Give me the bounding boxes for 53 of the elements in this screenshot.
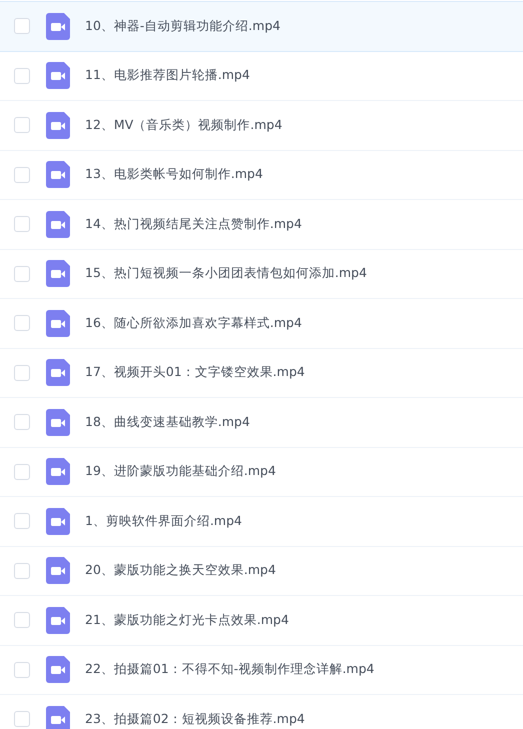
checkbox[interactable] [14, 315, 30, 332]
checkbox[interactable] [14, 562, 30, 579]
video-file-icon [46, 310, 70, 337]
video-file-icon [46, 458, 70, 486]
file-row[interactable]: 22、拍摄篇01：不得不知-视频制作理念详解.mp4 [0, 646, 523, 695]
file-name: 10、神器-自动剪辑功能介绍.mp4 [85, 18, 280, 35]
checkbox[interactable] [14, 166, 30, 183]
checkbox[interactable] [14, 414, 30, 430]
file-row[interactable]: 13、电影类帐号如何制作.mp4 [0, 150, 523, 200]
file-name: 21、蒙版功能之灯光卡点效果.mp4 [85, 612, 289, 629]
checkbox[interactable] [14, 612, 30, 628]
file-row[interactable]: 10、神器-自动剪辑功能介绍.mp4 [0, 1, 523, 52]
file-name: 13、电影类帐号如何制作.mp4 [85, 166, 263, 184]
checkbox[interactable] [14, 18, 30, 34]
checkbox[interactable] [14, 117, 30, 134]
file-name: 14、热门视频结尾关注点赞制作.mp4 [85, 216, 302, 233]
video-file-icon [46, 260, 70, 288]
file-name: 11、电影推荐图片轮播.mp4 [85, 67, 250, 84]
video-file-icon [46, 62, 70, 90]
video-file-icon [46, 508, 70, 535]
checkbox[interactable] [14, 68, 30, 84]
file-row[interactable]: 20、蒙版功能之换天空效果.mp4 [0, 546, 523, 596]
file-name: 18、曲线变速基础教学.mp4 [85, 414, 250, 431]
file-name: 15、热门短视频一条小团团表情包如何添加.mp4 [85, 265, 367, 282]
video-file-icon [46, 557, 70, 584]
video-file-icon [46, 408, 70, 436]
checkbox[interactable] [14, 464, 30, 480]
file-name: 12、MV（音乐类）视频制作.mp4 [85, 116, 282, 134]
file-name: 17、视频开头01：文字镂空效果.mp4 [85, 364, 305, 382]
file-row[interactable]: 11、电影推荐图片轮播.mp4 [0, 52, 523, 101]
video-file-icon [46, 706, 70, 729]
file-row[interactable]: 15、热门短视频一条小团团表情包如何添加.mp4 [0, 250, 523, 299]
checkbox[interactable] [14, 662, 30, 678]
file-name: 1、剪映软件界面介绍.mp4 [85, 512, 242, 530]
video-file-icon [46, 359, 70, 386]
file-row[interactable]: 17、视频开头01：文字镂空效果.mp4 [0, 348, 523, 398]
video-file-icon [46, 12, 70, 40]
file-name: 23、拍摄篇02：短视频设备推荐.mp4 [85, 710, 305, 728]
checkbox[interactable] [14, 513, 30, 530]
video-file-icon [46, 161, 70, 188]
file-name: 19、进阶蒙版功能基础介绍.mp4 [85, 463, 276, 480]
video-file-icon [46, 606, 70, 634]
checkbox[interactable] [14, 266, 30, 282]
checkbox[interactable] [14, 364, 30, 381]
file-name: 22、拍摄篇01：不得不知-视频制作理念详解.mp4 [85, 661, 374, 678]
video-file-icon [46, 210, 70, 238]
file-name: 20、蒙版功能之换天空效果.mp4 [85, 562, 276, 580]
file-row[interactable]: 19、进阶蒙版功能基础介绍.mp4 [0, 448, 523, 497]
video-file-icon [46, 656, 70, 684]
checkbox[interactable] [14, 711, 30, 728]
file-name: 16、随心所欲添加喜欢字幕样式.mp4 [85, 314, 302, 332]
checkbox[interactable] [14, 216, 30, 232]
video-file-icon [46, 112, 70, 139]
